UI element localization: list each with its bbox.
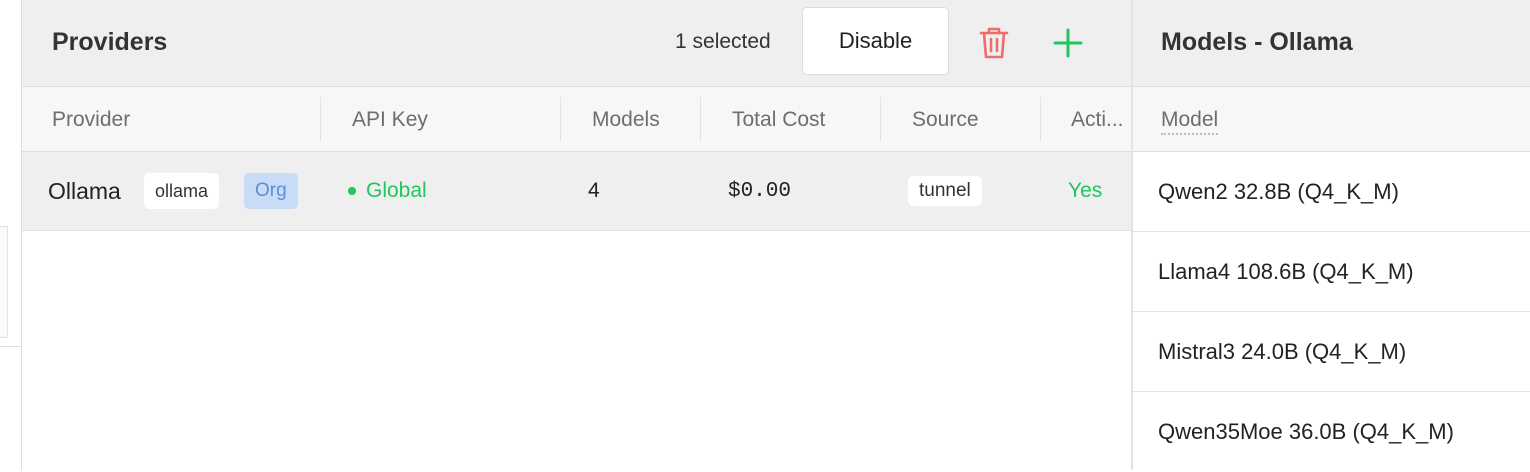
list-item[interactable]: Qwen2 32.8B (Q4_K_M) — [1133, 152, 1530, 232]
model-name: Qwen2 32.8B (Q4_K_M) — [1158, 179, 1399, 204]
api-key-value: Global — [366, 179, 427, 202]
column-header-models[interactable]: Models — [592, 87, 702, 151]
active-cell: Yes — [1068, 152, 1102, 230]
disable-button[interactable]: Disable — [802, 7, 949, 75]
left-sidebar-fragment — [0, 0, 21, 470]
column-separator[interactable] — [320, 97, 321, 141]
provider-cell: Ollama — [48, 152, 121, 230]
providers-title: Providers — [52, 28, 168, 56]
list-item[interactable]: Llama4 108.6B (Q4_K_M) — [1133, 232, 1530, 312]
models-table-header: Model — [1133, 87, 1530, 152]
org-badge: Org — [244, 173, 298, 209]
column-header-api-key[interactable]: API Key — [352, 87, 552, 151]
provider-name: Ollama — [48, 177, 121, 204]
column-separator[interactable] — [880, 97, 881, 141]
column-separator[interactable] — [700, 97, 701, 141]
plus-icon[interactable] — [1052, 27, 1084, 59]
model-header-label: Model — [1161, 108, 1219, 135]
column-header-model[interactable]: Model — [1161, 87, 1219, 153]
models-header: Models - Ollama — [1133, 0, 1530, 87]
total-cost-cell: $0.00 — [728, 152, 791, 230]
provider-tag-cell: ollama — [144, 152, 220, 230]
providers-table-header: Provider API Key Models Total Cost Sourc… — [22, 87, 1131, 152]
column-header-total-cost[interactable]: Total Cost — [732, 87, 882, 151]
provider-tag: ollama — [144, 173, 220, 209]
table-row[interactable]: Ollama ollama Org Global 4 $0.00 tunnel … — [22, 152, 1131, 231]
list-item[interactable]: Qwen35Moe 36.0B (Q4_K_M) — [1133, 392, 1530, 471]
column-header-source[interactable]: Source — [912, 87, 1032, 151]
model-name: Mistral3 24.0B (Q4_K_M) — [1158, 339, 1407, 364]
api-key-cell: Global — [348, 152, 427, 230]
model-name: Qwen35Moe 36.0B (Q4_K_M) — [1158, 419, 1454, 444]
sidebar-item-fragment[interactable] — [0, 226, 8, 338]
total-cost-value: $0.00 — [728, 179, 792, 203]
providers-panel: Providers 1 selected Disable Provider AP… — [22, 0, 1131, 470]
column-separator[interactable] — [1040, 97, 1041, 141]
model-name: Llama4 108.6B (Q4_K_M) — [1158, 259, 1414, 284]
list-item[interactable]: Mistral3 24.0B (Q4_K_M) — [1133, 312, 1530, 392]
org-badge-cell: Org — [244, 152, 298, 230]
models-cell: 4 — [588, 152, 600, 230]
active-value: Yes — [1068, 179, 1103, 202]
models-title: Models - Ollama — [1161, 28, 1353, 56]
trash-icon[interactable] — [978, 25, 1010, 61]
models-panel: Models - Ollama Model Qwen2 32.8B (Q4_K_… — [1133, 0, 1530, 471]
source-badge: tunnel — [908, 176, 982, 206]
status-dot-icon — [348, 187, 356, 195]
providers-header: Providers 1 selected Disable — [22, 0, 1131, 87]
column-header-active[interactable]: Acti... — [1071, 87, 1131, 151]
source-cell: tunnel — [908, 152, 982, 230]
column-header-provider[interactable]: Provider — [52, 87, 312, 151]
selection-count: 1 selected — [675, 30, 771, 53]
column-separator[interactable] — [560, 97, 561, 141]
models-count: 4 — [588, 179, 600, 202]
